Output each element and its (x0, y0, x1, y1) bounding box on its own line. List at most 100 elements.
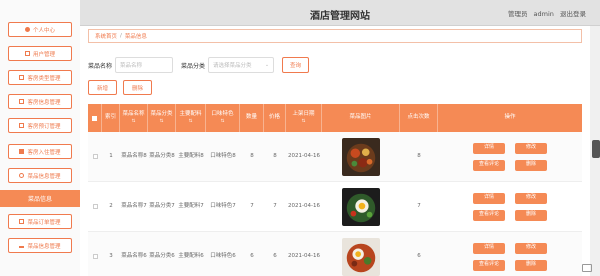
breadcrumb-home[interactable]: 系统首页 (95, 32, 117, 40)
scrollbar-handle[interactable] (592, 140, 600, 158)
cell-index: 2 (109, 203, 113, 210)
cell-category: 菜品分类6 (149, 253, 175, 260)
col-image: 菜品图片 (322, 104, 400, 132)
grid-icon (19, 99, 25, 104)
select-all-checkbox[interactable] (88, 104, 102, 132)
sidebar-item-room-info[interactable]: 客房信息管理 (8, 94, 72, 109)
cell-date: 2021-04-16 (288, 153, 320, 160)
name-label: 菜品名称 (88, 62, 113, 70)
search-bar: 菜品名称 菜品名称 菜品分类 请选择菜品分类 ⌄ 查询 (88, 56, 310, 74)
table-row: 2 菜品名称7 菜品分类7 主要配料7 口味特色7 7 7 2021-04-16 (88, 182, 582, 232)
cell-ingredients: 主要配料8 (178, 153, 204, 160)
cell-category: 菜品分类8 (149, 153, 175, 160)
user-info: 管理员 admin 退出登录 (504, 8, 586, 18)
sidebar-item-profile[interactable]: 个人中心 (8, 22, 72, 37)
table-header: 索引 菜品名称 ⇅ 菜品分类 ⇅ 主要配料 ⇅ 口味特色 ⇅ 数量 价格 上架日期 ⇅ 菜… (88, 104, 582, 132)
category-label: 菜品分类 (181, 62, 206, 70)
col-date[interactable]: 上架日期 ⇅ (286, 104, 322, 132)
main-content: 系统首页 / 菜品信息 菜品名称 菜品名称 菜品分类 请选择菜品分类 ⌄ 查询 新… (80, 26, 590, 276)
cell-category: 菜品分类7 (149, 203, 175, 210)
sort-icon[interactable]: ⇅ (221, 119, 225, 125)
view-reviews-button[interactable]: 查看评论 (473, 159, 505, 171)
col-name[interactable]: 菜品名称 ⇅ (120, 104, 148, 132)
table-row: 3 菜品名称6 菜品分类6 主要配料6 口味特色6 6 6 2021-04-16 (88, 232, 582, 276)
dish-name-input[interactable]: 菜品名称 (115, 57, 174, 73)
calendar-icon (19, 123, 25, 128)
cell-date: 2021-04-16 (288, 253, 320, 260)
cell-quantity: 6 (250, 253, 254, 260)
cell-date: 2021-04-16 (288, 203, 320, 210)
header-bar: 酒店管理网站 管理员 admin 退出登录 (80, 0, 600, 26)
row-checkbox[interactable] (92, 254, 98, 259)
col-category[interactable]: 菜品分类 ⇅ (148, 104, 176, 132)
cell-index: 3 (109, 253, 113, 260)
col-index: 索引 (102, 104, 120, 132)
sort-icon[interactable]: ⇅ (189, 119, 193, 125)
table-body: 1 菜品名称8 菜品分类8 主要配料8 口味特色8 8 8 2021-04-16 (88, 132, 582, 276)
cell-quantity: 7 (250, 203, 254, 210)
sort-icon[interactable]: ⇅ (160, 119, 164, 125)
view-reviews-button[interactable]: 查看评论 (473, 209, 505, 221)
cell-ingredients: 主要配料6 (178, 253, 204, 260)
sidebar-item-dish-info-2[interactable]: 菜品信息管理 (8, 238, 72, 253)
chart-icon (19, 243, 25, 248)
sidebar-item-room-types[interactable]: 客房类型管理 (8, 70, 72, 85)
dish-table: 索引 菜品名称 ⇅ 菜品分类 ⇅ 主要配料 ⇅ 口味特色 ⇅ 数量 价格 上架日期 ⇅ 菜… (88, 104, 582, 276)
sidebar-item-checkin[interactable]: 客房入住管理 (8, 144, 72, 159)
row-operations: 详情 修改 查看评论 删除 (473, 142, 547, 171)
sidebar-item-booking[interactable]: 客房预订管理 (8, 118, 72, 133)
detail-button[interactable]: 详情 (473, 142, 505, 154)
dish-photo (342, 187, 380, 226)
cell-name: 菜品名称6 (121, 253, 147, 260)
row-checkbox[interactable] (92, 154, 98, 159)
cell-flavor: 口味特色7 (210, 203, 236, 210)
sidebar-item-dish-info-active[interactable]: 菜品信息 (0, 190, 80, 207)
dish-photo (342, 137, 380, 176)
sort-icon[interactable]: ⇅ (132, 119, 136, 125)
col-ingredients[interactable]: 主要配料 ⇅ (176, 104, 206, 132)
table-row: 1 菜品名称8 菜品分类8 主要配料8 口味特色8 8 8 2021-04-16 (88, 132, 582, 182)
sidebar-item-dish-manage[interactable]: 菜品信息管理 (8, 168, 72, 183)
sidebar-item-dish-orders[interactable]: 菜品订单管理 (8, 214, 72, 229)
grid-icon (19, 219, 25, 224)
category-select[interactable]: 请选择菜品分类 ⌄ (208, 57, 275, 73)
view-reviews-button[interactable]: 查看评论 (473, 259, 505, 271)
breadcrumb: 系统首页 / 菜品信息 (88, 29, 582, 43)
cell-price: 7 (273, 203, 277, 210)
user-role: 管理员 (507, 10, 528, 18)
cell-price: 8 (273, 153, 277, 160)
user-icon (24, 27, 30, 32)
edit-button[interactable]: 修改 (515, 242, 547, 254)
app-window: 个人中心 用户管理 客房类型管理 客房信息管理 客房预订管理 客房入住管理 菜品… (0, 0, 600, 276)
row-checkbox[interactable] (92, 204, 98, 209)
row-delete-button[interactable]: 删除 (515, 259, 547, 271)
cell-index: 1 (109, 153, 113, 160)
col-price: 价格 (264, 104, 286, 132)
row-operations: 详情 修改 查看评论 删除 (473, 192, 547, 221)
col-flavor[interactable]: 口味特色 ⇅ (206, 104, 240, 132)
search-button[interactable]: 查询 (282, 57, 310, 73)
cell-flavor: 口味特色6 (210, 253, 236, 260)
dish-photo (342, 237, 380, 276)
row-delete-button[interactable]: 删除 (515, 159, 547, 171)
row-operations: 详情 修改 查看评论 删除 (473, 242, 547, 271)
row-delete-button[interactable]: 删除 (515, 209, 547, 221)
edit-button[interactable]: 修改 (515, 192, 547, 204)
cell-clicks: 6 (417, 253, 421, 260)
detail-button[interactable]: 详情 (473, 192, 505, 204)
delete-button[interactable]: 删除 (123, 80, 153, 95)
fullscreen-icon[interactable] (582, 264, 592, 272)
cell-flavor: 口味特色8 (210, 153, 236, 160)
sort-icon[interactable]: ⇅ (302, 119, 306, 125)
user-name: admin (533, 10, 554, 18)
dish-icon (19, 173, 25, 178)
col-clicks: 点击次数 (400, 104, 438, 132)
sidebar-item-users[interactable]: 用户管理 (8, 46, 72, 61)
add-button[interactable]: 新增 (88, 80, 118, 95)
edit-button[interactable]: 修改 (515, 142, 547, 154)
key-icon (19, 149, 25, 154)
cell-quantity: 8 (250, 153, 254, 160)
logout-link[interactable]: 退出登录 (560, 10, 586, 18)
grid-icon (19, 75, 25, 80)
detail-button[interactable]: 详情 (473, 242, 505, 254)
